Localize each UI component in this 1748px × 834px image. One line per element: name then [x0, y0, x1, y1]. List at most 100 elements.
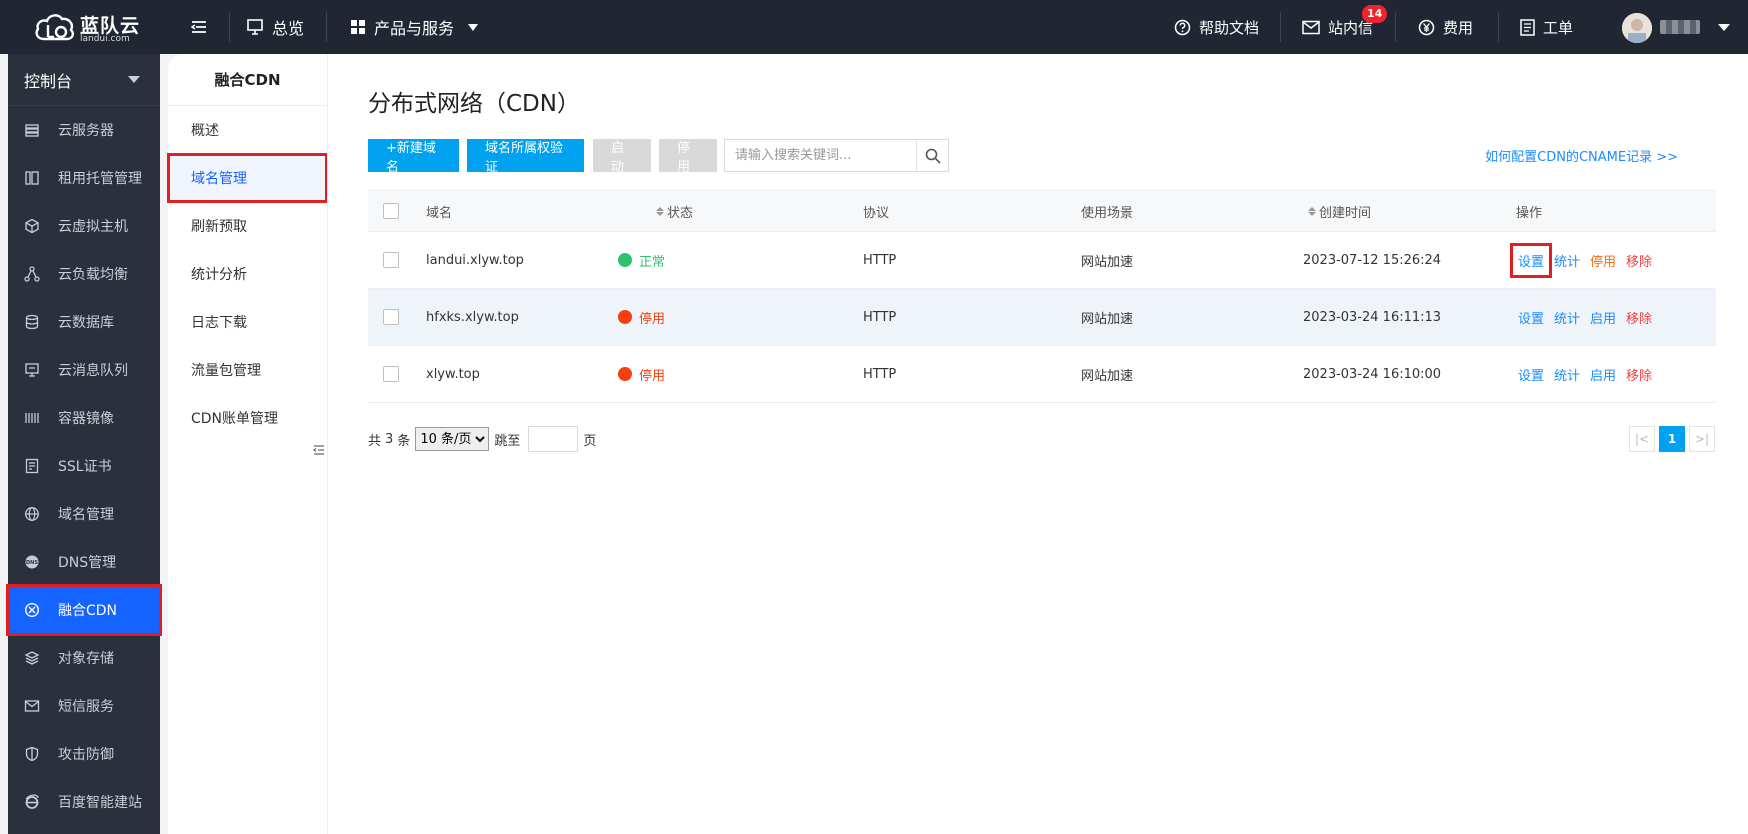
sidebar-item-certificate[interactable]: SSL证书 [8, 442, 160, 490]
database-icon [24, 314, 49, 330]
submenu-item[interactable]: 日志下载 [168, 298, 327, 346]
stats-link[interactable]: 统计 [1554, 251, 1580, 270]
row-checkbox[interactable] [383, 366, 399, 382]
select-all-checkbox[interactable] [383, 203, 399, 219]
stop-button[interactable]: 停用 [659, 139, 717, 175]
sidebar-item-shield[interactable]: 攻击防御 [8, 730, 160, 778]
sidebar-item-ie[interactable]: 百度智能建站 [8, 778, 160, 826]
sidebar-item-label: 云消息队列 [58, 363, 128, 379]
cube-icon [24, 218, 49, 234]
sidebar-item-cdn[interactable]: 融合CDN [6, 584, 162, 636]
col-domain: 域名 [426, 205, 453, 221]
sidebar-item-dns[interactable]: DNS DNS管理 [8, 538, 160, 586]
toggle-link[interactable]: 启用 [1590, 365, 1616, 384]
col-status-label: 状态 [667, 205, 694, 221]
status-cell: 正常 [618, 232, 665, 288]
submenu-item[interactable]: 统计分析 [168, 250, 327, 298]
nav-products[interactable]: 产品与服务 [350, 0, 479, 54]
server-icon [24, 122, 49, 138]
sidebar-item-mail[interactable]: 短信服务 [8, 682, 160, 730]
page-size-select[interactable]: 10 条/页 [415, 427, 490, 451]
divider [1395, 12, 1396, 42]
sidebar-item-label: 云虚拟主机 [58, 219, 128, 235]
row-checkbox[interactable] [383, 309, 399, 325]
nav-overview[interactable]: 总览 [246, 0, 304, 54]
avatar[interactable] [1622, 13, 1652, 43]
settings-link[interactable]: 设置 [1518, 365, 1544, 384]
sidebar-console[interactable]: 控制台 [8, 54, 160, 106]
submenu-item[interactable]: 域名管理 [167, 153, 328, 203]
sidebar-item-message-queue[interactable]: 云消息队列 [8, 346, 160, 394]
tickets-link[interactable]: 工单 [1520, 0, 1573, 54]
sort-icon [656, 206, 664, 216]
help-docs-link[interactable]: 帮助文档 [1174, 0, 1259, 54]
col-created[interactable]: 创建时间 [1308, 191, 1371, 231]
status-badge: 正常 [639, 254, 666, 270]
total-prefix: 共 [368, 433, 382, 449]
settings-link[interactable]: 设置 [1509, 242, 1553, 278]
sidebar-item-label: 租用托管管理 [58, 171, 142, 187]
user-dropdown-icon[interactable] [1718, 24, 1730, 31]
tickets-label: 工单 [1543, 18, 1574, 37]
billing-link[interactable]: 费用 [1418, 0, 1473, 54]
total-count: 3 [385, 431, 394, 447]
divider [229, 12, 230, 42]
submenu-item[interactable]: CDN账单管理 [168, 394, 327, 442]
divider [326, 12, 327, 42]
col-scenario: 使用场景 [1081, 205, 1134, 221]
new-domain-button[interactable]: +新建域名 [368, 139, 459, 175]
table-row: landui.xlyw.top 正常 HTTP 网站加速 2023-07-12 15:2… [368, 232, 1716, 289]
sidebar-item-server[interactable]: 云服务器 [8, 106, 160, 154]
search-button[interactable] [916, 140, 948, 171]
menu-toggle-icon[interactable] [189, 17, 209, 37]
submenu-item[interactable]: 概述 [168, 106, 327, 154]
col-protocol: 协议 [863, 205, 890, 221]
yuan-icon [1418, 19, 1435, 35]
submenu-item[interactable]: 流量包管理 [168, 346, 327, 394]
search-box [724, 139, 949, 172]
row-actions: 设置 统计 启用 移除 [1518, 289, 1662, 345]
cdn-icon [24, 602, 49, 618]
settings-link[interactable]: 设置 [1518, 308, 1544, 327]
sidebar-item-globe[interactable]: 域名管理 [8, 490, 160, 538]
last-page-button[interactable]: >| [1689, 426, 1715, 452]
sidebar-item-cube[interactable]: 云虚拟主机 [8, 202, 160, 250]
page-number-button[interactable]: 1 [1659, 426, 1685, 452]
sidebar-item-label: SSL证书 [58, 459, 112, 475]
nav-products-label: 产品与服务 [374, 19, 455, 38]
search-input[interactable] [725, 140, 915, 171]
submenu-item[interactable]: 刷新预取 [168, 202, 327, 250]
created-time: 2023-07-12 15:26:24 [1303, 252, 1442, 268]
remove-link[interactable]: 移除 [1626, 308, 1652, 327]
remove-link[interactable]: 移除 [1626, 365, 1652, 384]
start-button[interactable]: 启动 [593, 139, 651, 175]
stats-link[interactable]: 统计 [1554, 308, 1580, 327]
cloud-logo-icon [35, 14, 75, 41]
toggle-link[interactable]: 停用 [1590, 251, 1616, 270]
remove-link[interactable]: 移除 [1626, 251, 1652, 270]
messages-link[interactable]: 站内信 [1302, 0, 1373, 54]
toggle-link[interactable]: 启用 [1590, 308, 1616, 327]
sidebar-item-hosting[interactable]: 租用托管管理 [8, 154, 160, 202]
sidebar-item-database[interactable]: 云数据库 [8, 298, 160, 346]
sidebar-item-label: 容器镜像 [58, 411, 114, 427]
row-checkbox[interactable] [383, 252, 399, 268]
scenario: 网站加速 [1081, 311, 1134, 327]
brand-logo[interactable]: 蓝队云 landui.com [34, 9, 144, 45]
verify-domain-button[interactable]: 域名所属权验证 [467, 139, 584, 175]
stats-link[interactable]: 统计 [1554, 365, 1580, 384]
page-title: 分布式网络（CDN） [368, 91, 580, 117]
globe-icon [24, 506, 49, 522]
sidebar-item-container[interactable]: 容器镜像 [8, 394, 160, 442]
col-status[interactable]: 状态 [656, 191, 693, 231]
cname-help-link[interactable]: 如何配置CDN的CNAME记录 >> [1485, 146, 1678, 165]
sidebar-item-load-balance[interactable]: 云负载均衡 [8, 250, 160, 298]
mail-icon [24, 698, 49, 714]
collapse-submenu-button[interactable] [310, 428, 328, 472]
jump-page-input[interactable] [528, 426, 579, 452]
sidebar-console-label: 控制台 [24, 71, 73, 91]
username-blurred [1660, 20, 1700, 34]
sidebar-item-layers[interactable]: 对象存储 [8, 634, 160, 682]
first-page-button[interactable]: |< [1629, 426, 1655, 452]
pagination-summary: 共 3 条 10 条/页 跳至 页 [368, 426, 596, 452]
